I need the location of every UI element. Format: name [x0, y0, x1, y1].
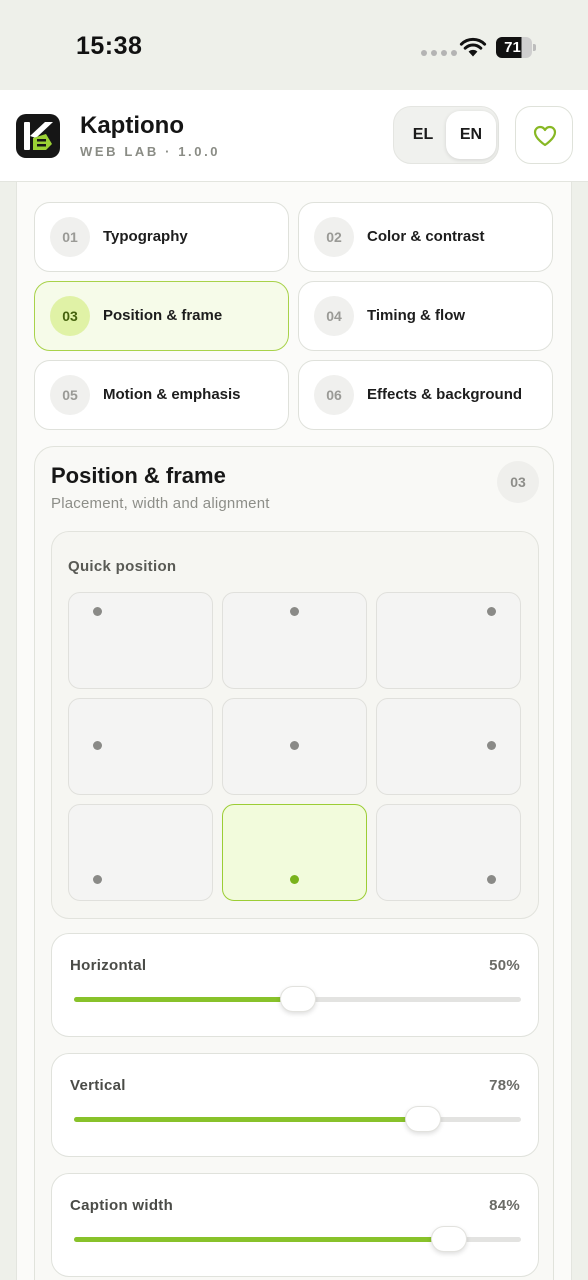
horizontal-slider[interactable]: [74, 986, 521, 1012]
position-center-button[interactable]: [222, 698, 367, 795]
position-dot: [487, 607, 496, 616]
quick-position-box: Quick position: [51, 531, 539, 919]
slider-label: Horizontal: [70, 957, 147, 974]
language-el-button[interactable]: EL: [398, 111, 448, 159]
status-time: 15:38: [76, 32, 143, 60]
position-dot: [487, 875, 496, 884]
tab-motion-emphasis[interactable]: 05 Motion & emphasis: [34, 360, 289, 430]
vertical-slider-card: Vertical 78%: [51, 1053, 539, 1157]
quick-position-label: Quick position: [68, 558, 177, 575]
horizontal-slider-card: Horizontal 50%: [51, 933, 539, 1037]
slider-fill: [74, 1237, 450, 1242]
tab-timing-flow[interactable]: 04 Timing & flow: [298, 281, 553, 351]
tab-position-frame[interactable]: 03 Position & frame: [34, 281, 289, 351]
tab-color-contrast[interactable]: 02 Color & contrast: [298, 202, 553, 272]
section-title: Position & frame: [51, 463, 226, 488]
slider-value: 78%: [489, 1077, 520, 1094]
language-en-button[interactable]: EN: [446, 111, 496, 159]
tab-label: Typography: [103, 228, 188, 245]
slider-thumb[interactable]: [404, 1106, 441, 1132]
tab-effects-background[interactable]: 06 Effects & background: [298, 360, 553, 430]
position-top-right-button[interactable]: [376, 592, 521, 689]
battery-icon: 71: [496, 37, 536, 58]
wifi-icon: [459, 37, 487, 57]
position-dot: [93, 875, 102, 884]
tab-number: 02: [314, 217, 354, 257]
app-title: Kaptiono: [80, 112, 184, 139]
position-bottom-left-button[interactable]: [68, 804, 213, 901]
heart-icon: [533, 125, 557, 147]
slider-fill: [74, 1117, 423, 1122]
section-subtitle: Placement, width and alignment: [51, 495, 270, 512]
vertical-slider[interactable]: [74, 1106, 521, 1132]
status-bar: 15:38 71: [0, 0, 588, 90]
battery-level: 71: [504, 39, 521, 56]
tab-typography[interactable]: 01 Typography: [34, 202, 289, 272]
tab-number: 04: [314, 296, 354, 336]
slider-label: Caption width: [70, 1197, 174, 1214]
slider-label: Vertical: [70, 1077, 126, 1094]
favorite-button[interactable]: [515, 106, 573, 164]
slider-fill: [74, 997, 298, 1002]
position-bottom-right-button[interactable]: [376, 804, 521, 901]
app-logo: [16, 114, 60, 158]
cellular-signal-icon: [421, 50, 457, 56]
position-dot: [290, 875, 299, 884]
tab-label: Position & frame: [103, 307, 223, 324]
tab-label: Motion & emphasis: [103, 386, 241, 403]
tab-label: Effects & background: [367, 386, 523, 403]
tab-label: Color & contrast: [367, 228, 485, 245]
position-top-center-button[interactable]: [222, 592, 367, 689]
tab-number: 06: [314, 375, 354, 415]
tab-label: Timing & flow: [367, 307, 466, 324]
tab-number: 03: [50, 296, 90, 336]
slider-thumb[interactable]: [279, 986, 316, 1012]
position-frame-section: Position & frame Placement, width and al…: [34, 446, 554, 1280]
slider-value: 84%: [489, 1197, 520, 1214]
position-dot: [93, 607, 102, 616]
position-dot: [487, 741, 496, 750]
position-dot: [290, 607, 299, 616]
tab-number: 01: [50, 217, 90, 257]
tab-number: 05: [50, 375, 90, 415]
position-dot: [93, 741, 102, 750]
slider-value: 50%: [489, 957, 520, 974]
section-number-badge: 03: [497, 461, 539, 503]
app-header: Kaptiono WEB LAB · 1.0.0 EL EN: [0, 90, 588, 182]
app-version: WEB LAB · 1.0.0: [80, 144, 221, 159]
position-middle-right-button[interactable]: [376, 698, 521, 795]
position-middle-left-button[interactable]: [68, 698, 213, 795]
language-toggle: EL EN: [393, 106, 499, 164]
position-dot: [290, 741, 299, 750]
position-top-left-button[interactable]: [68, 592, 213, 689]
caption-width-slider[interactable]: [74, 1226, 521, 1252]
slider-thumb[interactable]: [431, 1226, 468, 1252]
position-bottom-center-button[interactable]: [222, 804, 367, 901]
caption-width-slider-card: Caption width 84%: [51, 1173, 539, 1277]
